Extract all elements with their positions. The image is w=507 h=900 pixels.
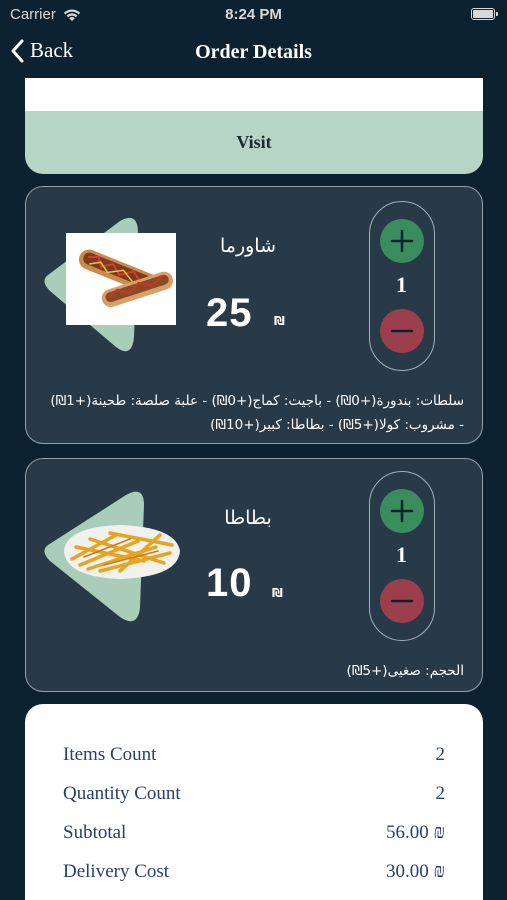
navigation-bar: Back Order Details <box>0 30 507 76</box>
plus-icon <box>390 499 414 523</box>
delivery-cost-value: 30.00 ₪ <box>385 861 445 882</box>
item-options: الحجم: صغيى(+5₪) <box>346 663 464 679</box>
item-price: 25 <box>206 291 253 335</box>
status-time: 8:24 PM <box>225 6 282 23</box>
currency-symbol: ₪ <box>274 314 285 328</box>
delivery-cost-label: Delivery Cost <box>63 861 170 882</box>
order-item-card: شاورما 25 ₪ 1 سلطات: بندورة(+0₪) - باجيت… <box>25 186 483 444</box>
order-item-card: بطاطا 10 ₪ 1 الحجم: صغيى(+5₪) <box>25 458 483 692</box>
visit-label: Visit <box>236 132 272 152</box>
quantity-stepper: 1 <box>369 201 435 371</box>
scroll-content[interactable]: Visit شاورما 25 ₪ 1 سلطات: بندورة(+0₪) -… <box>0 78 507 900</box>
order-details-screen: Carrier 8:24 PM Back Order Details Visit… <box>0 0 507 900</box>
delivery-cost-row: Delivery Cost 30.00 ₪ <box>63 861 445 883</box>
quantity-value: 1 <box>396 542 407 567</box>
battery-icon <box>471 8 498 20</box>
quantity-count-label: Quantity Count <box>63 783 181 804</box>
store-card: Visit <box>25 78 483 174</box>
order-summary-card: Items Count 2 Quantity Count 2 Subtotal … <box>25 704 483 900</box>
increase-quantity-button[interactable] <box>380 489 424 533</box>
subtotal-row: Subtotal 56.00 ₪ <box>63 822 445 844</box>
quantity-count-row: Quantity Count 2 <box>63 783 445 805</box>
status-bar: Carrier 8:24 PM <box>0 0 507 30</box>
store-card-top <box>25 78 483 111</box>
page-title: Order Details <box>195 41 312 63</box>
item-price: 10 <box>206 561 253 605</box>
minus-icon <box>390 599 414 603</box>
item-name: شاورما <box>219 235 277 257</box>
quantity-stepper: 1 <box>369 471 435 641</box>
decrease-quantity-button[interactable] <box>380 579 424 623</box>
quantity-count-value: 2 <box>435 783 446 804</box>
item-name: بطاطا <box>224 507 272 529</box>
fries-image <box>60 521 182 581</box>
items-count-row: Items Count 2 <box>63 744 445 766</box>
shawarma-image <box>66 233 176 325</box>
quantity-value: 1 <box>396 272 407 297</box>
plus-icon <box>390 229 414 253</box>
currency-symbol: ₪ <box>272 586 283 600</box>
items-count-label: Items Count <box>63 744 157 765</box>
subtotal-value: 56.00 ₪ <box>385 822 445 843</box>
visit-button[interactable]: Visit <box>25 111 483 174</box>
minus-icon <box>390 329 414 333</box>
item-options: سلطات: بندورة(+0₪) - باجيت: كماج(+0₪) - … <box>50 393 464 433</box>
increase-quantity-button[interactable] <box>380 219 424 263</box>
items-count-value: 2 <box>435 744 446 765</box>
decrease-quantity-button[interactable] <box>380 309 424 353</box>
subtotal-label: Subtotal <box>63 822 127 843</box>
